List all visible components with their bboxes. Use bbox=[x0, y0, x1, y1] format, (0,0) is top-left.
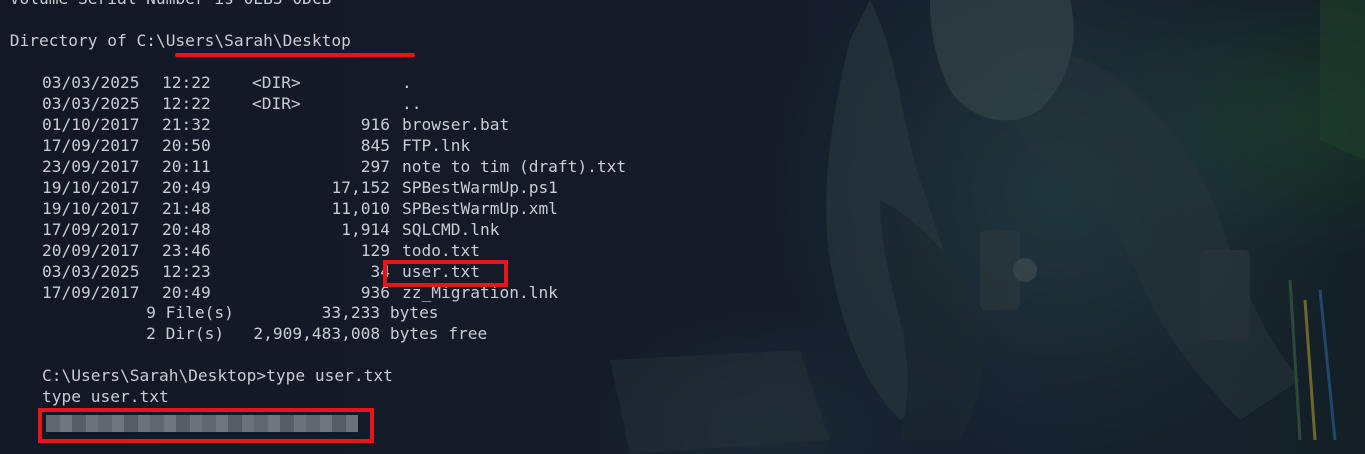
entry-size: 11,010 bbox=[331, 199, 390, 218]
entry-size: 17,152 bbox=[331, 178, 390, 197]
entry-name: . bbox=[402, 73, 412, 92]
entry-time: 20:11 bbox=[162, 157, 211, 176]
prompt-line: C:\Users\Sarah\Desktop>type user.txt bbox=[42, 366, 393, 385]
path-highlight-underline bbox=[175, 53, 415, 57]
entry-date: 19/10/2017 bbox=[42, 199, 140, 218]
entry-time: 21:32 bbox=[162, 115, 211, 134]
entry-name: SPBestWarmUp.ps1 bbox=[402, 178, 558, 197]
entry-name: FTP.lnk bbox=[402, 136, 471, 155]
entry-date: 17/09/2017 bbox=[42, 220, 140, 239]
entry-date: 03/03/2025 bbox=[42, 94, 140, 113]
entry-time: 21:48 bbox=[162, 199, 211, 218]
entry-size: 1,914 bbox=[341, 220, 390, 239]
entry-date: 23/09/2017 bbox=[42, 157, 140, 176]
echo-line: type user.txt bbox=[42, 387, 169, 406]
terminal-window[interactable]: Volume Serial Number is 0EB3-0DCB Direct… bbox=[0, 0, 1365, 454]
wallpaper-figure bbox=[610, 0, 1365, 454]
entry-size: 845 bbox=[360, 136, 390, 155]
entry-size: 916 bbox=[360, 115, 390, 134]
entry-time: 23:46 bbox=[162, 241, 211, 260]
terminal-output: Volume Serial Number is 0EB3-0DCB Direct… bbox=[0, 0, 626, 406]
entry-time: 20:49 bbox=[162, 178, 211, 197]
entry-time: 20:50 bbox=[162, 136, 211, 155]
entry-name: SQLCMD.lnk bbox=[402, 220, 500, 239]
entry-date: 03/03/2025 bbox=[42, 262, 140, 281]
entry-name: SPBestWarmUp.xml bbox=[402, 199, 558, 218]
entry-date: 17/09/2017 bbox=[42, 283, 140, 302]
entry-type: <DIR> bbox=[252, 94, 301, 113]
directory-path: C:\Users\Sarah\Desktop bbox=[136, 31, 351, 50]
entry-time: 12:22 bbox=[162, 73, 211, 92]
entry-date: 03/03/2025 bbox=[42, 73, 140, 92]
flag-highlight-box bbox=[38, 408, 374, 443]
entry-name: note to tim (draft).txt bbox=[402, 157, 627, 176]
entry-size: 129 bbox=[360, 241, 390, 260]
user-txt-highlight-box bbox=[383, 260, 508, 287]
entry-time: 20:49 bbox=[162, 283, 211, 302]
entry-size: 297 bbox=[360, 157, 390, 176]
entry-name: browser.bat bbox=[402, 115, 510, 134]
directory-label: Directory of bbox=[0, 31, 137, 50]
summary-files-line: 9 File(s) 33,233 bytes bbox=[0, 303, 439, 322]
entry-date: 20/09/2017 bbox=[42, 241, 140, 260]
entry-date: 01/10/2017 bbox=[42, 115, 140, 134]
entry-name: .. bbox=[402, 94, 422, 113]
volume-serial-line: Volume Serial Number is 0EB3-0DCB bbox=[0, 0, 332, 9]
entry-time: 12:23 bbox=[162, 262, 211, 281]
directory-of-line: Directory of C:\Users\Sarah\Desktop bbox=[0, 31, 351, 51]
entry-time: 20:48 bbox=[162, 220, 211, 239]
entry-time: 12:22 bbox=[162, 94, 211, 113]
entry-date: 19/10/2017 bbox=[42, 178, 140, 197]
summary-dirs-line: 2 Dir(s) 2,909,483,008 bytes free bbox=[0, 324, 488, 343]
entry-date: 17/09/2017 bbox=[42, 136, 140, 155]
entry-type: <DIR> bbox=[252, 73, 301, 92]
entry-name: todo.txt bbox=[402, 241, 480, 260]
